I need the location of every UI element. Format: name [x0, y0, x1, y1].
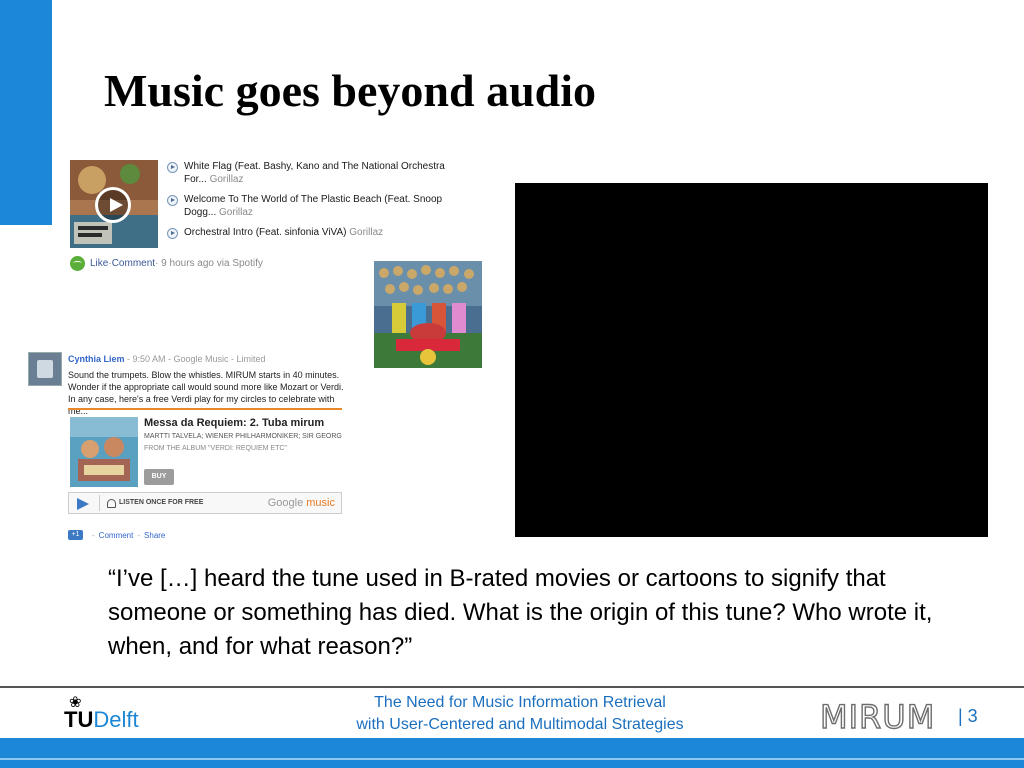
post-header: Cynthia Liem - 9:50 AM - Google Music - … [68, 354, 266, 364]
like-link[interactable]: Like [90, 258, 108, 269]
listen-label: LISTEN ONCE FOR FREE [119, 499, 204, 506]
spotify-feed-snippet: White Flag (Feat. Bashy, Kano and The Na… [70, 158, 470, 278]
album-cover-icon [70, 417, 138, 487]
mirum-logo: MIRUM [819, 697, 936, 736]
share-link[interactable]: Share [144, 531, 165, 540]
comment-link[interactable]: Comment [99, 531, 134, 540]
track-list: White Flag (Feat. Bashy, Kano and The Na… [167, 160, 467, 246]
song-artists: MARTTI TALVELA; WIENER PHILHARMONIKER; S… [144, 433, 342, 440]
footer-line-1: The Need for Music Information Retrieval [374, 694, 666, 711]
separator: - [137, 530, 141, 540]
spotify-icon [70, 256, 85, 271]
track-item[interactable]: Welcome To The World of The Plastic Beac… [167, 193, 467, 219]
album-cover-icon [374, 261, 482, 368]
divider [68, 408, 342, 410]
listen-bar[interactable]: LISTEN ONCE FOR FREE Google music [68, 492, 342, 514]
track-item[interactable]: Orchestral Intro (Feat. sinfonia ViVA) G… [167, 226, 467, 239]
brand-music: music [306, 497, 335, 509]
logo-delft: Delft [93, 707, 139, 732]
comment-link[interactable]: Comment [112, 258, 155, 269]
slide-title: Music goes beyond audio [104, 65, 597, 116]
page-number: | 3 [958, 706, 978, 726]
headphones-icon [107, 499, 116, 508]
footer-line-2: with User-Centered and Multimodal Strate… [356, 716, 684, 733]
track-artist[interactable]: Gorillaz [210, 174, 244, 185]
song-album: FROM THE ALBUM "VERDI: REQUIEM ETC" [144, 445, 287, 452]
divider [99, 495, 100, 511]
post-footer-actions: +1 - Comment - Share [68, 530, 165, 540]
video-player[interactable] [515, 183, 988, 537]
avatar[interactable] [28, 352, 62, 386]
track-item[interactable]: White Flag (Feat. Bashy, Kano and The Na… [167, 160, 467, 186]
play-icon[interactable] [77, 498, 89, 510]
post-actions: Like · Comment · 9 hours ago via Spotify [70, 256, 263, 271]
logo-tu: TU [64, 707, 94, 732]
tu-delft-logo: ❀ TUDelft [64, 690, 174, 734]
google-plus-post: Cynthia Liem - 9:50 AM - Google Music - … [28, 350, 348, 545]
footer-caption: The Need for Music Information Retrieval… [300, 692, 740, 736]
music-share-card: Messa da Requiem: 2. Tuba mirum MARTTI T… [68, 414, 342, 518]
post-meta: - 9:50 AM - Google Music - Limited [124, 354, 266, 364]
track-artist[interactable]: Gorillaz [219, 207, 253, 218]
play-icon[interactable] [167, 162, 178, 173]
requiem-album-art[interactable] [70, 417, 138, 487]
accent-stripe [0, 758, 1024, 760]
plastic-beach-album-art[interactable] [70, 160, 158, 248]
footer-divider [0, 686, 1024, 688]
google-music-logo: Google music [268, 497, 335, 509]
sgt-pepper-album-art [374, 261, 482, 368]
post-meta: · 9 hours ago via Spotify [155, 258, 263, 269]
track-artist[interactable]: Gorillaz [349, 227, 383, 238]
track-title: Orchestral Intro (Feat. sinfonia ViVA) [184, 227, 347, 238]
logo-wordmark: TUDelft [64, 707, 139, 733]
play-icon[interactable] [95, 187, 131, 223]
bottom-accent-bar [0, 738, 1024, 768]
separator: - [92, 530, 95, 540]
plus-one-button[interactable]: +1 [68, 530, 83, 540]
author-name[interactable]: Cynthia Liem [68, 354, 125, 364]
song-title[interactable]: Messa da Requiem: 2. Tuba mirum [144, 417, 324, 429]
side-accent-bar [0, 0, 52, 225]
brand-google: Google [267, 497, 304, 509]
play-icon[interactable] [167, 228, 178, 239]
play-icon[interactable] [167, 195, 178, 206]
quote-text: “I’ve […] heard the tune used in B-rated… [108, 565, 933, 660]
buy-button[interactable]: BUY [144, 469, 174, 485]
